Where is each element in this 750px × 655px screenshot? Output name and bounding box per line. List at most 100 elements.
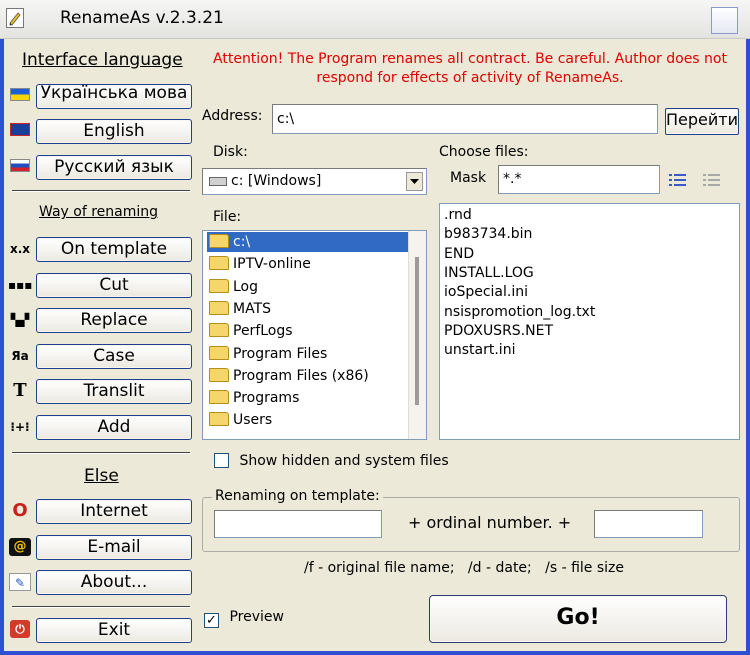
- divider: [12, 190, 190, 192]
- tree-item-label: Programs: [233, 390, 300, 407]
- mode-button[interactable]: Add: [36, 415, 192, 440]
- uk-flag-icon: [10, 123, 30, 136]
- language-button[interactable]: English: [36, 119, 192, 144]
- file-list[interactable]: .rnd b983734.bin END INSTALL.LOG ioSpecial.i…: [439, 203, 740, 440]
- tree-item-label: c:\: [233, 234, 251, 250]
- folder-icon: [209, 345, 229, 360]
- mode-button[interactable]: On template: [36, 237, 192, 262]
- folder-icon: [209, 278, 229, 293]
- chevron-down-icon[interactable]: [406, 172, 423, 191]
- app-icon: [6, 8, 24, 28]
- title-bar[interactable]: RenameAs v.2.3.21: [0, 0, 750, 39]
- mode-button[interactable]: Case: [36, 344, 192, 369]
- folder-icon: [209, 412, 229, 427]
- about-icon: ✎: [9, 573, 31, 591]
- disk-select-value: c: [Windows]: [231, 173, 322, 189]
- opera-icon: O: [12, 500, 28, 521]
- disk-select[interactable]: c: [Windows]: [202, 168, 427, 195]
- scrollbar-thumb[interactable]: [415, 257, 419, 405]
- folder-icon: [209, 390, 229, 405]
- mode-button[interactable]: Translit: [36, 379, 192, 404]
- extra-button[interactable]: Internet: [36, 499, 192, 524]
- interface-language-heading: Interface language: [22, 50, 183, 70]
- tree-item[interactable]: MATS: [209, 299, 271, 319]
- choose-files-label: Choose files:: [439, 144, 529, 160]
- exit-icon: ⏻: [10, 620, 30, 638]
- address-input[interactable]: c:\: [272, 104, 658, 134]
- folder-icon: [209, 367, 229, 382]
- divider: [12, 452, 190, 454]
- file-list-item[interactable]: INSTALL.LOG: [444, 264, 534, 283]
- tree-item[interactable]: Program Files (x86): [209, 366, 369, 386]
- file-list-item[interactable]: b983734.bin: [444, 225, 532, 244]
- app-window: RenameAs v.2.3.21 Interface language Way…: [0, 0, 750, 655]
- file-list-item[interactable]: nsispromotion_log.txt: [444, 303, 595, 322]
- template-suffix-input[interactable]: [594, 510, 703, 538]
- preview-checkbox[interactable]: ✓: [204, 613, 219, 628]
- file-list-item[interactable]: ioSpecial.ini: [444, 283, 528, 302]
- tree-item[interactable]: Log: [209, 277, 258, 297]
- folder-icon: [209, 323, 229, 338]
- tree-item-selected[interactable]: c:\: [207, 232, 426, 252]
- case-icon: Яа: [11, 349, 29, 363]
- drive-icon: [209, 177, 227, 186]
- template-prefix-input[interactable]: [214, 510, 382, 538]
- tree-item[interactable]: IPTV-online: [209, 254, 311, 274]
- template-hint: /f - original file name; /d - date; /s -…: [304, 560, 624, 576]
- deselect-files-icon[interactable]: [702, 172, 722, 188]
- extra-button[interactable]: About...: [36, 570, 192, 595]
- russia-flag-icon: [10, 159, 30, 172]
- folder-icon: [209, 256, 229, 271]
- tree-item-label: PerfLogs: [233, 323, 293, 340]
- mask-input[interactable]: *.*: [498, 165, 660, 194]
- client-area: Interface language Way of renaming Else …: [4, 39, 746, 651]
- language-button[interactable]: Русский язык: [36, 155, 192, 180]
- else-heading: Else: [84, 466, 119, 486]
- file-list-item[interactable]: .rnd: [444, 206, 472, 225]
- folder-icon: [209, 234, 229, 248]
- scrollbar[interactable]: [408, 231, 426, 439]
- extra-button[interactable]: E-mail: [36, 535, 192, 560]
- file-list-item[interactable]: PDOXUSRS.NET: [444, 322, 553, 341]
- select-all-files-icon[interactable]: [668, 172, 688, 188]
- ukraine-flag-icon: [10, 88, 30, 101]
- tree-item[interactable]: PerfLogs: [209, 321, 293, 341]
- divider: [12, 606, 190, 608]
- folder-icon: [209, 300, 229, 315]
- file-label: File:: [213, 209, 242, 225]
- tree-item-label: IPTV-online: [233, 256, 311, 273]
- tree-item-label: Users: [233, 412, 273, 429]
- language-button[interactable]: Українська мова: [36, 84, 192, 109]
- tree-item-label: Log: [233, 278, 259, 295]
- tree-item[interactable]: Program Files: [209, 344, 327, 364]
- tree-item-label: Program Files: [233, 345, 328, 362]
- file-list-item[interactable]: END: [444, 245, 474, 264]
- email-icon: @: [9, 538, 31, 556]
- file-list-item[interactable]: unstart.ini: [444, 341, 515, 360]
- exit-button[interactable]: Exit: [36, 618, 192, 643]
- address-label: Address:: [202, 108, 263, 124]
- go-to-address-button[interactable]: Перейти: [665, 108, 739, 135]
- tree-item-label: Program Files (x86): [233, 367, 369, 384]
- preview-label: Preview: [229, 609, 284, 625]
- show-hidden-label: Show hidden and system files: [239, 453, 449, 469]
- maximize-button[interactable]: [711, 7, 738, 34]
- go-button[interactable]: Go!: [429, 595, 727, 643]
- template-icon: x.x: [9, 242, 31, 256]
- template-group-label: Renaming on template:: [212, 488, 383, 504]
- attention-message: Attention! The Program renames all contr…: [213, 51, 727, 86]
- add-icon: ⁝+⁝: [10, 420, 30, 434]
- tree-item[interactable]: c:\: [207, 232, 426, 252]
- show-hidden-option[interactable]: Show hidden and system files: [214, 453, 449, 469]
- mode-button[interactable]: Cut: [36, 273, 192, 298]
- tree-item[interactable]: Programs: [209, 388, 299, 408]
- mode-button[interactable]: Replace: [36, 308, 192, 333]
- translit-icon: T: [13, 380, 27, 401]
- disk-label: Disk:: [213, 144, 248, 160]
- folder-tree[interactable]: c:\ IPTV-online Log MATS PerfLogs Program Fil…: [202, 230, 427, 440]
- tree-item[interactable]: Users: [209, 410, 272, 430]
- replace-icon: ▚▞: [10, 313, 30, 327]
- preview-option[interactable]: ✓ Preview: [204, 609, 284, 628]
- cut-icon: ▪▪▪: [8, 278, 33, 292]
- show-hidden-checkbox[interactable]: [214, 453, 229, 468]
